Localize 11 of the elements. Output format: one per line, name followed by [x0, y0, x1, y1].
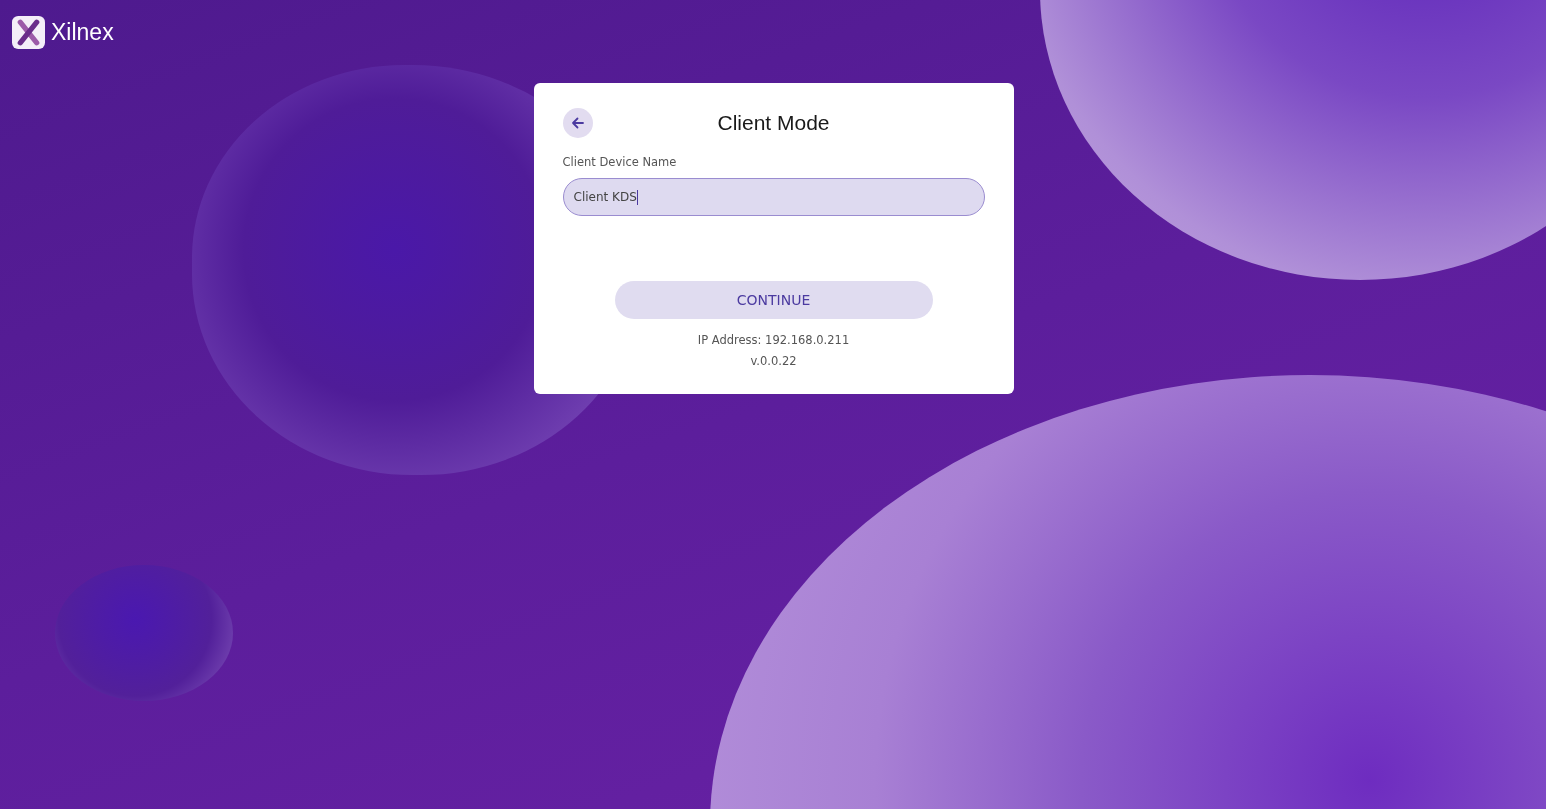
version-text: v.0.0.22 [749, 354, 798, 368]
continue-button[interactable]: CONTINUE [614, 281, 933, 319]
dialog-title: Client Mode [717, 111, 830, 135]
text-cursor [636, 189, 639, 205]
device-name-field[interactable]: Client KDS [562, 178, 985, 216]
brand-name: Xilnex [51, 19, 114, 46]
field-label: Client Device Name [562, 155, 678, 169]
back-arrow-icon [569, 115, 586, 131]
back-button[interactable] [562, 108, 593, 138]
logo-icon [12, 16, 45, 49]
ip-address-text: IP Address: 192.168.0.211 [696, 333, 851, 347]
